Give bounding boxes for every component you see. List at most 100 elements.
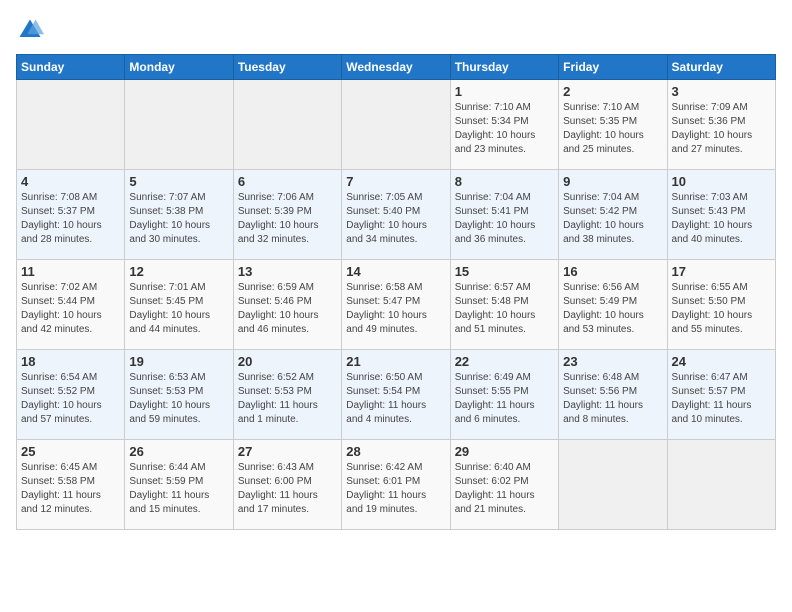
calendar-cell: 5 Sunrise: 7:07 AM Sunset: 5:38 PM Daylig… [125,170,233,260]
day-header-monday: Monday [125,55,233,80]
day-number: 20 [238,354,337,369]
day-header-thursday: Thursday [450,55,558,80]
day-number: 10 [672,174,771,189]
day-number: 17 [672,264,771,279]
week-row-5: 25 Sunrise: 6:45 AM Sunset: 5:58 PM Dayli… [17,440,776,530]
cell-info: Sunrise: 6:45 AM Sunset: 5:58 PM Dayligh… [21,461,120,517]
week-row-3: 11 Sunrise: 7:02 AM Sunset: 5:44 PM Dayli… [17,260,776,350]
cell-info: Sunrise: 6:54 AM Sunset: 5:52 PM Dayligh… [21,371,120,427]
cell-info: Sunrise: 7:07 AM Sunset: 5:38 PM Dayligh… [129,191,228,247]
calendar-table: SundayMondayTuesdayWednesdayThursdayFrid… [16,54,776,530]
calendar-cell: 16 Sunrise: 6:56 AM Sunset: 5:49 PM Dayli… [559,260,667,350]
calendar-cell: 20 Sunrise: 6:52 AM Sunset: 5:53 PM Dayli… [233,350,341,440]
day-header-tuesday: Tuesday [233,55,341,80]
cell-info: Sunrise: 7:09 AM Sunset: 5:36 PM Dayligh… [672,101,771,157]
cell-info: Sunrise: 6:55 AM Sunset: 5:50 PM Dayligh… [672,281,771,337]
calendar-cell: 27Sunrise: 6:43 AM Sunset: 6:00 PM Dayli… [233,440,341,530]
calendar-cell: 21 Sunrise: 6:50 AM Sunset: 5:54 PM Dayli… [342,350,450,440]
cell-info: Sunrise: 7:03 AM Sunset: 5:43 PM Dayligh… [672,191,771,247]
calendar-cell: 13 Sunrise: 6:59 AM Sunset: 5:46 PM Dayli… [233,260,341,350]
cell-info: Sunrise: 6:43 AM Sunset: 6:00 PM Dayligh… [238,461,337,517]
day-number: 21 [346,354,445,369]
day-number: 28 [346,444,445,459]
day-header-friday: Friday [559,55,667,80]
day-number: 7 [346,174,445,189]
cell-info: Sunrise: 6:59 AM Sunset: 5:46 PM Dayligh… [238,281,337,337]
calendar-cell [125,80,233,170]
day-number: 22 [455,354,554,369]
calendar-cell: 3Sunrise: 7:09 AM Sunset: 5:36 PM Daylig… [667,80,775,170]
calendar-cell: 29Sunrise: 6:40 AM Sunset: 6:02 PM Dayli… [450,440,558,530]
header [16,16,776,44]
cell-info: Sunrise: 6:47 AM Sunset: 5:57 PM Dayligh… [672,371,771,427]
cell-info: Sunrise: 7:06 AM Sunset: 5:39 PM Dayligh… [238,191,337,247]
calendar-cell [17,80,125,170]
cell-info: Sunrise: 7:05 AM Sunset: 5:40 PM Dayligh… [346,191,445,247]
day-number: 19 [129,354,228,369]
day-number: 12 [129,264,228,279]
calendar-cell: 19 Sunrise: 6:53 AM Sunset: 5:53 PM Dayli… [125,350,233,440]
calendar-cell [233,80,341,170]
day-number: 18 [21,354,120,369]
calendar-cell: 17 Sunrise: 6:55 AM Sunset: 5:50 PM Dayli… [667,260,775,350]
calendar-cell: 7 Sunrise: 7:05 AM Sunset: 5:40 PM Daylig… [342,170,450,260]
header-row: SundayMondayTuesdayWednesdayThursdayFrid… [17,55,776,80]
cell-info: Sunrise: 7:10 AM Sunset: 5:34 PM Dayligh… [455,101,554,157]
calendar-cell: 4Sunrise: 7:08 AM Sunset: 5:37 PM Daylig… [17,170,125,260]
cell-info: Sunrise: 7:08 AM Sunset: 5:37 PM Dayligh… [21,191,120,247]
day-number: 1 [455,84,554,99]
cell-info: Sunrise: 6:50 AM Sunset: 5:54 PM Dayligh… [346,371,445,427]
day-header-saturday: Saturday [667,55,775,80]
calendar-cell: 28 Sunrise: 6:42 AM Sunset: 6:01 PM Dayli… [342,440,450,530]
day-number: 23 [563,354,662,369]
day-number: 26 [129,444,228,459]
day-number: 5 [129,174,228,189]
calendar-cell: 10 Sunrise: 7:03 AM Sunset: 5:43 PM Dayli… [667,170,775,260]
calendar-cell [342,80,450,170]
day-number: 29 [455,444,554,459]
cell-info: Sunrise: 6:49 AM Sunset: 5:55 PM Dayligh… [455,371,554,427]
day-number: 14 [346,264,445,279]
calendar-cell: 9Sunrise: 7:04 AM Sunset: 5:42 PM Daylig… [559,170,667,260]
cell-info: Sunrise: 7:01 AM Sunset: 5:45 PM Dayligh… [129,281,228,337]
calendar-cell: 14 Sunrise: 6:58 AM Sunset: 5:47 PM Dayli… [342,260,450,350]
week-row-1: 1 Sunrise: 7:10 AM Sunset: 5:34 PM Daylig… [17,80,776,170]
day-number: 8 [455,174,554,189]
calendar-cell: 6 Sunrise: 7:06 AM Sunset: 5:39 PM Daylig… [233,170,341,260]
cell-info: Sunrise: 6:48 AM Sunset: 5:56 PM Dayligh… [563,371,662,427]
week-row-4: 18 Sunrise: 6:54 AM Sunset: 5:52 PM Dayli… [17,350,776,440]
logo-icon [16,16,44,44]
logo [16,16,48,44]
day-number: 24 [672,354,771,369]
cell-info: Sunrise: 6:44 AM Sunset: 5:59 PM Dayligh… [129,461,228,517]
calendar-cell: 18 Sunrise: 6:54 AM Sunset: 5:52 PM Dayli… [17,350,125,440]
calendar-cell [667,440,775,530]
calendar-cell: 15Sunrise: 6:57 AM Sunset: 5:48 PM Dayli… [450,260,558,350]
day-number: 11 [21,264,120,279]
cell-info: Sunrise: 6:52 AM Sunset: 5:53 PM Dayligh… [238,371,337,427]
calendar-cell: 26 Sunrise: 6:44 AM Sunset: 5:59 PM Dayli… [125,440,233,530]
calendar-cell: 24 Sunrise: 6:47 AM Sunset: 5:57 PM Dayli… [667,350,775,440]
calendar-cell: 12 Sunrise: 7:01 AM Sunset: 5:45 PM Dayli… [125,260,233,350]
calendar-cell: 2 Sunrise: 7:10 AM Sunset: 5:35 PM Daylig… [559,80,667,170]
cell-info: Sunrise: 6:42 AM Sunset: 6:01 PM Dayligh… [346,461,445,517]
cell-info: Sunrise: 6:58 AM Sunset: 5:47 PM Dayligh… [346,281,445,337]
day-number: 6 [238,174,337,189]
day-number: 13 [238,264,337,279]
calendar-cell: 8Sunrise: 7:04 AM Sunset: 5:41 PM Daylig… [450,170,558,260]
day-header-wednesday: Wednesday [342,55,450,80]
day-number: 25 [21,444,120,459]
cell-info: Sunrise: 7:10 AM Sunset: 5:35 PM Dayligh… [563,101,662,157]
cell-info: Sunrise: 7:02 AM Sunset: 5:44 PM Dayligh… [21,281,120,337]
cell-info: Sunrise: 6:53 AM Sunset: 5:53 PM Dayligh… [129,371,228,427]
day-number: 16 [563,264,662,279]
calendar-cell: 11 Sunrise: 7:02 AM Sunset: 5:44 PM Dayli… [17,260,125,350]
day-number: 2 [563,84,662,99]
cell-info: Sunrise: 6:56 AM Sunset: 5:49 PM Dayligh… [563,281,662,337]
calendar-cell [559,440,667,530]
calendar-cell: 23 Sunrise: 6:48 AM Sunset: 5:56 PM Dayli… [559,350,667,440]
calendar-cell: 25 Sunrise: 6:45 AM Sunset: 5:58 PM Dayli… [17,440,125,530]
week-row-2: 4Sunrise: 7:08 AM Sunset: 5:37 PM Daylig… [17,170,776,260]
calendar-cell: 22 Sunrise: 6:49 AM Sunset: 5:55 PM Dayli… [450,350,558,440]
cell-info: Sunrise: 7:04 AM Sunset: 5:42 PM Dayligh… [563,191,662,247]
